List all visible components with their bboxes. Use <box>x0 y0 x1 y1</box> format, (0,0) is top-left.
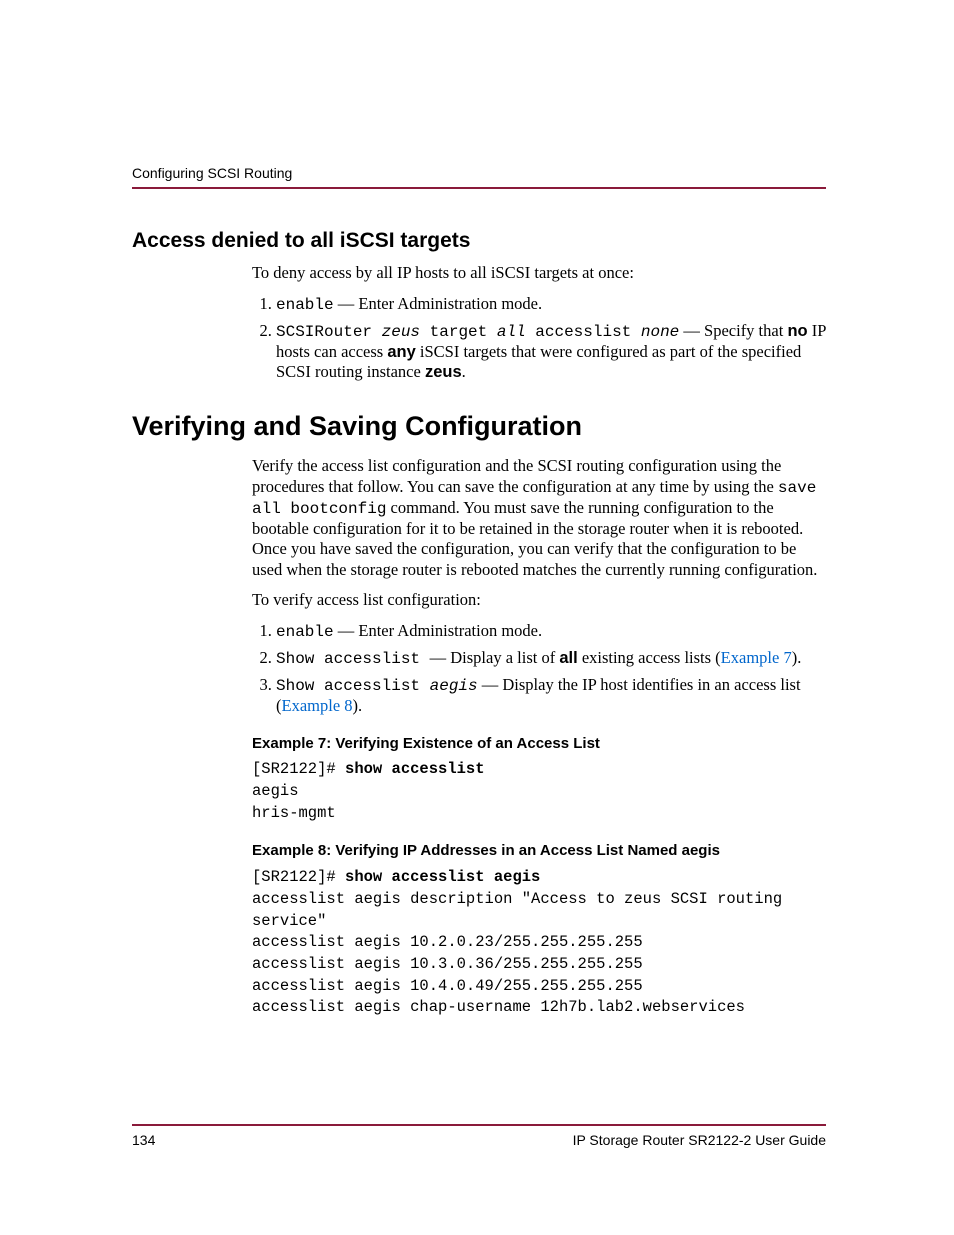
section-heading-access-denied: Access denied to all iSCSI targets <box>132 229 826 253</box>
arg-none: none <box>641 323 679 341</box>
s2-rest2: existing access lists ( <box>578 648 721 667</box>
ex8-l3: accesslist aegis 10.3.0.36/255.255.255.2… <box>252 955 643 973</box>
cmd-accesslist: accesslist <box>526 323 641 341</box>
s1-rest: — Enter Administration mode. <box>334 621 543 640</box>
footer-row: 134 IP Storage Router SR2122-2 User Guid… <box>132 1132 826 1148</box>
ex7-prompt: [SR2122]# <box>252 760 345 778</box>
example7-title: Example 7: Verifying Existence of an Acc… <box>252 735 826 754</box>
ex7-cmd: show accesslist <box>345 760 485 778</box>
cmd-scsirouter: SCSIRouter <box>276 323 382 341</box>
ex8-l2: accesslist aegis 10.2.0.23/255.255.255.2… <box>252 933 643 951</box>
example8-title: Example 8: Verifying IP Addresses in an … <box>252 842 826 861</box>
section2-p1: Verify the access list configuration and… <box>252 456 826 581</box>
arg-zeus: zeus <box>382 323 420 341</box>
running-head: Configuring SCSI Routing <box>132 165 826 181</box>
page-number: 134 <box>132 1132 155 1148</box>
section1-step2: SCSIRouter zeus target all accesslist no… <box>276 321 826 383</box>
section2-p2: To verify access list configuration: <box>252 590 826 611</box>
step1-rest: — Enter Administration mode. <box>334 294 543 313</box>
ex8-l4: accesslist aegis 10.4.0.49/255.255.255.2… <box>252 977 643 995</box>
section-heading-verifying: Verifying and Saving Configuration <box>132 411 826 442</box>
section1-body: To deny access by all IP hosts to all iS… <box>252 263 826 383</box>
section2-step1: enable — Enter Administration mode. <box>276 621 826 642</box>
section2-step3: Show accesslist aegis — Display the IP h… <box>276 675 826 717</box>
s3-dash: — <box>478 675 503 694</box>
section2-body: Verify the access list configuration and… <box>252 456 826 1019</box>
footer-rule <box>132 1124 826 1126</box>
word-all: all <box>559 649 577 667</box>
section2-steps: enable — Enter Administration mode. Show… <box>252 621 826 717</box>
ex7-out2: hris-mgmt <box>252 804 336 822</box>
s2-close: ). <box>792 648 802 667</box>
link-example8[interactable]: Example 8 <box>282 696 353 715</box>
arg-aegis: aegis <box>430 677 478 695</box>
ex8-l1b: service" <box>252 912 326 930</box>
cmd-show-accesslist: Show accesslist <box>276 650 430 668</box>
ex8-l5: accesslist aegis chap-username 12h7b.lab… <box>252 998 745 1016</box>
cmd-target: target <box>420 323 497 341</box>
arg-all: all <box>497 323 526 341</box>
doc-title: IP Storage Router SR2122-2 User Guide <box>573 1132 826 1148</box>
header-rule <box>132 187 826 189</box>
section1-steps: enable — Enter Administration mode. SCSI… <box>252 294 826 383</box>
section1-intro: To deny access by all IP hosts to all iS… <box>252 263 826 284</box>
link-example7[interactable]: Example 7 <box>721 648 792 667</box>
ex8-prompt: [SR2122]# <box>252 868 345 886</box>
ex8-l1: accesslist aegis description "Access to … <box>252 890 782 908</box>
p1a: Verify the access list configuration and… <box>252 456 781 496</box>
section2-step2: Show accesslist — Display a list of all … <box>276 648 826 669</box>
step2-period: . <box>462 362 466 381</box>
ex8-cmd: show accesslist aegis <box>345 868 540 886</box>
s2-rest1: — Display a list of <box>430 648 560 667</box>
example7-code: [SR2122]# show accesslist aegis hris-mgm… <box>252 759 826 824</box>
page-content: Configuring SCSI Routing Access denied t… <box>0 0 954 1019</box>
word-no: no <box>787 322 807 340</box>
word-any: any <box>387 343 415 361</box>
s3-close: ). <box>353 696 363 715</box>
example8-code: [SR2122]# show accesslist aegis accessli… <box>252 867 826 1019</box>
step2-dash: — Specify that <box>679 321 787 340</box>
ex7-out1: aegis <box>252 782 299 800</box>
section1-step1: enable — Enter Administration mode. <box>276 294 826 315</box>
cmd-show-accesslist2: Show accesslist <box>276 677 430 695</box>
page-footer: 134 IP Storage Router SR2122-2 User Guid… <box>132 1124 826 1148</box>
cmd-enable2: enable <box>276 623 334 641</box>
word-zeus: zeus <box>425 363 462 381</box>
cmd-enable: enable <box>276 296 334 314</box>
